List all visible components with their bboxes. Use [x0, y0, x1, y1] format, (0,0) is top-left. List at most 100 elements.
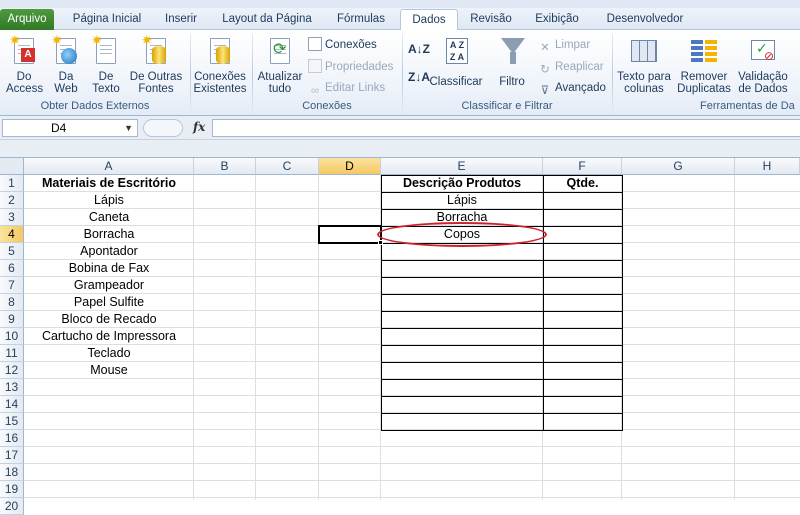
link-icon: ∞ — [310, 85, 320, 97]
column-header-a[interactable]: A — [24, 158, 194, 175]
row-header-2[interactable]: 2 — [0, 192, 24, 209]
tab-exibição[interactable]: Exibição — [527, 9, 587, 30]
row-header-6[interactable]: 6 — [0, 260, 24, 277]
table-border — [381, 175, 623, 431]
cell-a3[interactable]: Caneta — [24, 209, 194, 226]
row-header-19[interactable]: 19 — [0, 481, 24, 498]
active-cell-selection[interactable] — [318, 225, 382, 244]
row-header-3[interactable]: 3 — [0, 209, 24, 226]
edit-links-label: Editar Links — [325, 82, 386, 94]
text-file-icon: ✷ — [91, 33, 121, 68]
row-header-18[interactable]: 18 — [0, 464, 24, 481]
edit-links-button[interactable]: ∞ Editar Links — [308, 79, 385, 97]
cell-a11[interactable]: Teclado — [24, 345, 194, 362]
column-header-g[interactable]: G — [622, 158, 735, 175]
access-icon: ✷ A — [9, 33, 39, 68]
tab-arquivo[interactable]: Arquivo — [0, 9, 54, 30]
tab-revisão[interactable]: Revisão — [464, 9, 518, 30]
cell-a1-header[interactable]: Materiais de Escritório — [24, 175, 194, 192]
cell-a12[interactable]: Mouse — [24, 362, 194, 379]
row-header-10[interactable]: 10 — [0, 328, 24, 345]
fill-handle[interactable] — [378, 240, 383, 245]
row-header-5[interactable]: 5 — [0, 243, 24, 260]
text-to-columns-button[interactable]: Texto para colunas — [614, 36, 674, 95]
row-header-16[interactable]: 16 — [0, 430, 24, 447]
formula-bar-expanded-area — [0, 140, 800, 158]
worksheet-grid[interactable]: A B C D E F G H 1 2 3 4 5 6 7 8 9 10 11 12 13 14 15 16 17 18 19 20 M… — [0, 158, 800, 515]
table-row-divider — [381, 379, 622, 380]
formula-input[interactable] — [212, 119, 800, 137]
column-header-f[interactable]: F — [543, 158, 622, 175]
remove-duplicates-button[interactable]: Remover Duplicatas — [676, 36, 732, 95]
reapply-button[interactable]: ↻ Reaplicar — [538, 58, 604, 76]
cell-a5[interactable]: Apontador — [24, 243, 194, 260]
column-header-d[interactable]: D — [319, 158, 381, 175]
cell-a6[interactable]: Bobina de Fax — [24, 260, 194, 277]
data-validation-icon: ✓ ⊘ — [748, 36, 778, 68]
tab-layout-da-página[interactable]: Layout da Página — [214, 9, 320, 30]
row-header-20[interactable]: 20 — [0, 498, 24, 515]
advanced-button[interactable]: ⊽ Avançado — [538, 79, 606, 97]
from-web-button[interactable]: ✷ Da Web — [48, 33, 84, 95]
tab-dados[interactable]: Dados — [400, 9, 458, 31]
chevron-down-icon[interactable]: ▼ — [124, 120, 133, 136]
data-validation-label: Validação de Dados — [738, 71, 788, 95]
column-header-c[interactable]: C — [256, 158, 319, 175]
reapply-label: Reaplicar — [555, 61, 604, 73]
clear-button[interactable]: ✕ Limpar — [538, 36, 590, 54]
row-header-13[interactable]: 13 — [0, 379, 24, 396]
row-header-1[interactable]: 1 — [0, 175, 24, 192]
connections-button[interactable]: Conexões — [308, 36, 377, 54]
table-row-divider — [381, 277, 622, 278]
select-all-corner[interactable] — [0, 158, 24, 175]
row-header-15[interactable]: 15 — [0, 413, 24, 430]
tab-página-inicial[interactable]: Página Inicial — [62, 9, 152, 30]
other-sources-icon: ✷ — [141, 33, 171, 68]
table-row-divider — [381, 260, 622, 261]
cell-a2[interactable]: Lápis — [24, 192, 194, 209]
cell-a7[interactable]: Grampeador — [24, 277, 194, 294]
from-text-button[interactable]: ✷ De Texto — [86, 33, 126, 95]
refresh-all-button[interactable]: ⟳ Atualizar tudo — [255, 36, 305, 95]
insert-function-icon[interactable]: fx — [193, 120, 205, 134]
name-box[interactable]: D4 ▼ — [2, 119, 138, 137]
row-header-12[interactable]: 12 — [0, 362, 24, 379]
row-header-14[interactable]: 14 — [0, 396, 24, 413]
existing-connections-button[interactable]: Conexões Existentes — [192, 36, 248, 95]
column-header-h[interactable]: H — [735, 158, 800, 175]
data-validation-button[interactable]: ✓ ⊘ Validação de Dados — [736, 36, 790, 95]
from-text-label: De Texto — [92, 71, 120, 95]
sort-button[interactable]: A ZZ A Classificar — [426, 36, 486, 88]
properties-button[interactable]: Propriedades — [308, 58, 393, 76]
existing-connections-label: Conexões Existentes — [193, 71, 247, 95]
tab-inserir[interactable]: Inserir — [158, 9, 204, 30]
from-web-label: Da Web — [54, 71, 78, 95]
text-to-columns-label: Texto para colunas — [617, 71, 671, 95]
sort-icon: A ZZ A — [441, 36, 471, 68]
clear-label: Limpar — [555, 39, 591, 51]
from-other-sources-button[interactable]: ✷ De Outras Fontes — [128, 33, 184, 95]
row-header-11[interactable]: 11 — [0, 345, 24, 362]
ribbon-tabs: Arquivo Página Inicial Inserir Layout da Pá… — [0, 8, 800, 31]
row-header-17[interactable]: 17 — [0, 447, 24, 464]
cell-a4[interactable]: Borracha — [24, 226, 194, 243]
tab-desenvolvedor[interactable]: Desenvolvedor — [596, 9, 694, 30]
from-other-sources-label: De Outras Fontes — [129, 71, 183, 95]
ribbon: ✷ A Do Access ✷ Da Web ✷ De Texto ✷ De Ou… — [0, 30, 800, 116]
column-header-b[interactable]: B — [194, 158, 256, 175]
table-row-divider — [381, 413, 622, 414]
advanced-filter-icon: ⊽ — [540, 85, 550, 97]
tab-fórmulas[interactable]: Fórmulas — [330, 9, 392, 30]
cell-a9[interactable]: Bloco de Recado — [24, 311, 194, 328]
row-header-7[interactable]: 7 — [0, 277, 24, 294]
cell-a10[interactable]: Cartucho de Impressora — [24, 328, 194, 345]
cell-a8[interactable]: Papel Sulfite — [24, 294, 194, 311]
row-header-8[interactable]: 8 — [0, 294, 24, 311]
column-header-e[interactable]: E — [381, 158, 543, 175]
table-column-divider — [543, 175, 544, 430]
row-header-4[interactable]: 4 — [0, 226, 24, 243]
formula-bar-resize-control[interactable] — [143, 119, 183, 137]
filter-button[interactable]: Filtro — [492, 36, 532, 88]
row-header-9[interactable]: 9 — [0, 311, 24, 328]
from-access-button[interactable]: ✷ A Do Access — [4, 33, 44, 95]
